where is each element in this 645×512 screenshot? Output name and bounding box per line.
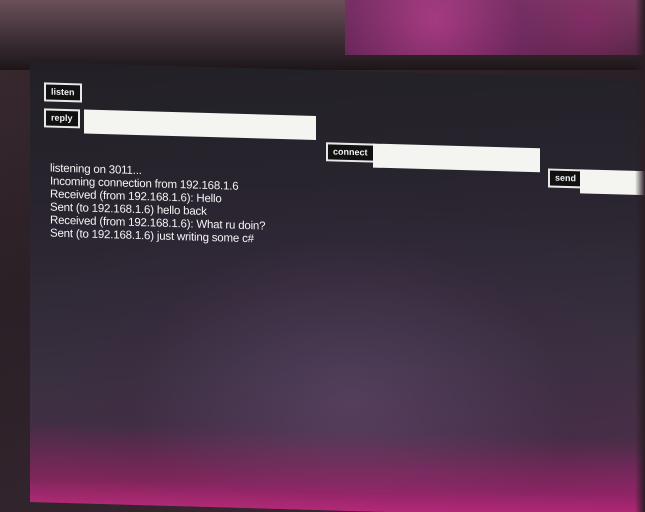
app-window: listen reply connect send listening on 3…	[30, 62, 645, 512]
reply-input[interactable]	[84, 109, 316, 140]
message-log: listening on 3011... Incoming connection…	[50, 163, 265, 247]
photo-frame: listen reply connect send listening on 3…	[0, 0, 645, 512]
monitor-bezel-right	[635, 0, 645, 512]
screen-bottom-glow	[30, 422, 645, 512]
background-fabric	[345, 0, 645, 55]
listen-button[interactable]: listen	[44, 82, 82, 103]
send-button[interactable]: send	[548, 168, 584, 189]
reply-button[interactable]: reply	[44, 108, 80, 129]
connect-input[interactable]	[373, 143, 540, 173]
connect-button[interactable]: connect	[326, 142, 375, 163]
monitor-bezel-top	[0, 0, 645, 70]
